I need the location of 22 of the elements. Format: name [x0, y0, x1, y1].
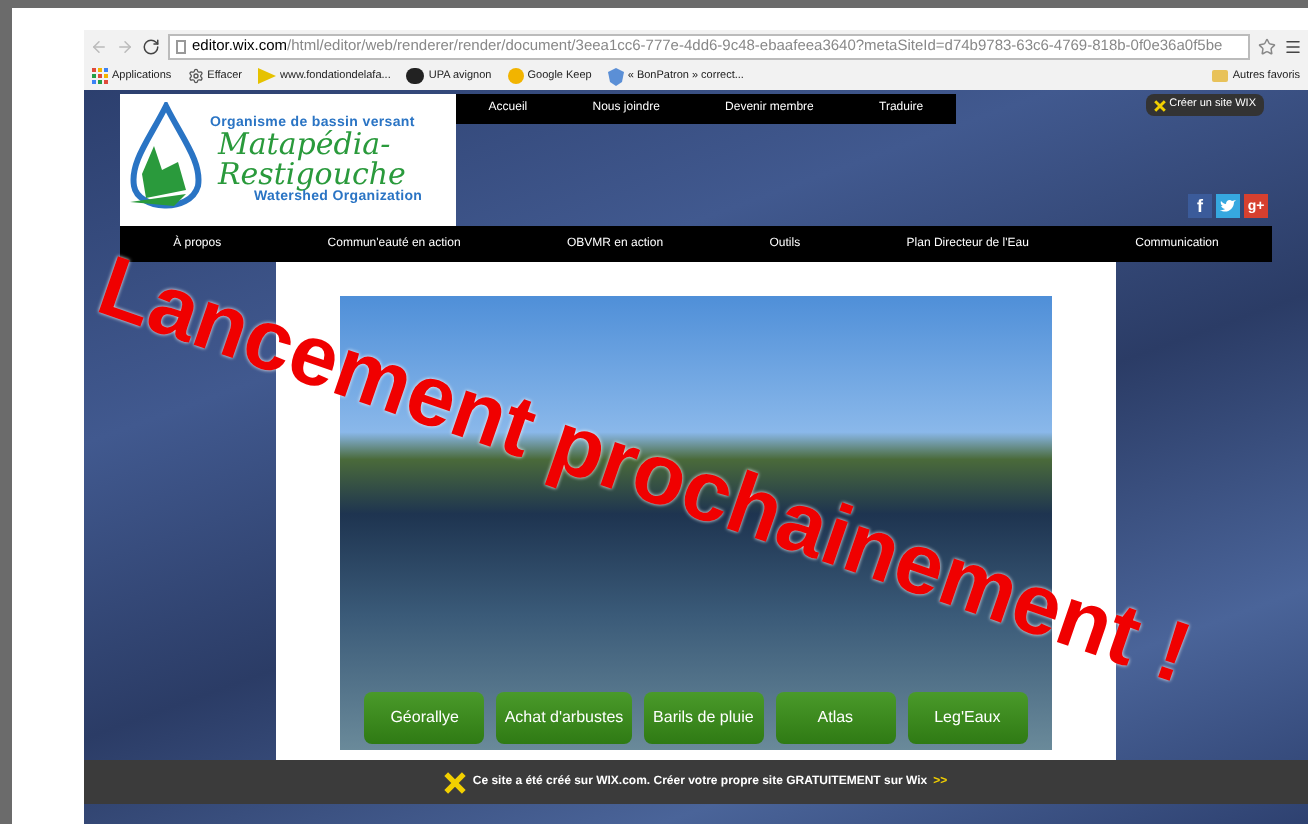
arrow-icon	[258, 68, 276, 84]
wix-x-icon	[444, 771, 467, 793]
back-icon[interactable]	[90, 37, 108, 55]
folder-icon	[1212, 70, 1229, 82]
logo-text: Restigouche	[215, 160, 406, 190]
link-button[interactable]: Leg'Eaux	[907, 692, 1028, 744]
wix-x-icon	[1153, 99, 1166, 111]
settings-icon	[187, 68, 204, 84]
shield-icon	[607, 67, 624, 85]
link-button[interactable]: Barils de pluie	[643, 692, 764, 744]
menu-icon[interactable]	[1284, 37, 1302, 55]
link-button[interactable]: Achat d'arbustes	[496, 692, 632, 744]
star-icon[interactable]	[1258, 37, 1276, 55]
bird-icon[interactable]	[1216, 194, 1240, 218]
link-button[interactable]: Atlas	[775, 692, 896, 744]
apps-grid-icon	[92, 68, 108, 84]
link-button[interactable]: Géorallye	[364, 692, 485, 744]
page-icon	[176, 39, 186, 53]
reload-icon[interactable]	[142, 37, 160, 55]
facebook-link[interactable]: f	[1188, 194, 1212, 218]
logo-text: Matapédia-	[217, 130, 391, 160]
forward-icon[interactable]	[116, 37, 134, 55]
